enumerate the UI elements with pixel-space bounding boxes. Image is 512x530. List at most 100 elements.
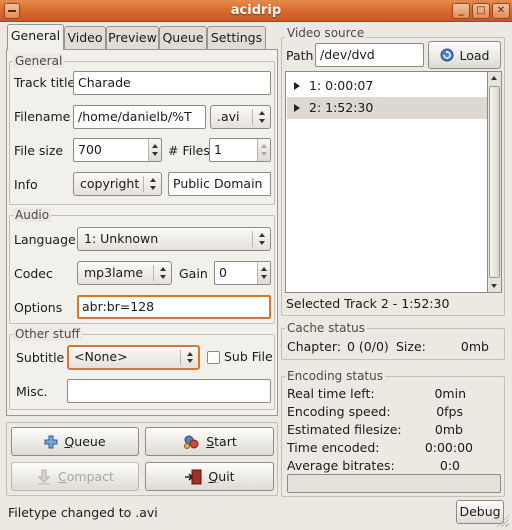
video-source-label: Video source	[285, 26, 367, 40]
tab-preview[interactable]: Preview	[106, 26, 159, 49]
track-row[interactable]: 1: 0:00:07	[287, 75, 487, 97]
codec-value: mp3lame	[84, 265, 144, 280]
compact-button[interactable]: Compact	[11, 462, 139, 491]
close-button[interactable]: ✕	[492, 3, 510, 19]
language-select[interactable]: 1: Unknown	[77, 227, 271, 251]
exit-door-icon	[185, 469, 202, 484]
path-input[interactable]: /dev/dvd	[315, 43, 424, 67]
gain-spinner[interactable]: 0	[214, 261, 271, 285]
spin-up-icon[interactable]	[152, 144, 158, 148]
files-count-spinner[interactable]: 1	[209, 138, 271, 162]
misc-label: Misc.	[16, 384, 48, 399]
chevron-up-icon	[150, 178, 156, 182]
average-bitrates-value: 0:0	[439, 458, 460, 473]
load-button[interactable]: Load	[428, 41, 501, 69]
window-title: acidrip	[230, 3, 282, 18]
track-list[interactable]: 1: 0:00:07 2: 1:52:30	[285, 71, 488, 293]
files-count-value: 1	[214, 142, 222, 157]
extension-select[interactable]: .avi	[210, 105, 271, 129]
audio-options-input[interactable]: abr:br=128	[77, 295, 271, 319]
tab-queue[interactable]: Queue	[159, 26, 207, 49]
estimated-filesize-label: Estimated filesize:	[287, 422, 402, 437]
cache-size-value: 0mb	[460, 339, 489, 354]
expand-triangle-icon[interactable]	[294, 104, 300, 112]
filename-input[interactable]: /home/danielb/%T	[73, 105, 206, 129]
info-type-select[interactable]: copyright	[73, 172, 162, 196]
debug-button[interactable]: Debug	[456, 500, 504, 524]
spin-down-icon[interactable]	[152, 152, 158, 156]
chevron-up-icon	[187, 352, 193, 356]
real-time-left-label: Real time left:	[287, 386, 375, 401]
gain-value: 0	[219, 265, 227, 280]
tab-settings[interactable]: Settings	[207, 26, 266, 49]
maximize-button[interactable]: □	[472, 3, 490, 19]
chevron-up-icon	[259, 111, 265, 115]
filename-label: Filename	[14, 109, 71, 124]
cache-status-label: Cache status	[285, 321, 368, 335]
tab-general[interactable]: General	[7, 24, 64, 50]
average-bitrates-label: Average bitrates:	[287, 458, 395, 473]
tab-video[interactable]: Video	[64, 26, 106, 49]
title-bar: acidrip _ □ ✕	[0, 0, 512, 22]
info-type-value: copyright	[80, 176, 140, 191]
chevron-down-icon	[259, 119, 265, 123]
status-message: Filetype changed to .avi	[8, 505, 158, 520]
files-count-label: # Files	[168, 143, 210, 158]
spin-up-icon[interactable]	[261, 144, 267, 148]
misc-input[interactable]	[67, 379, 271, 403]
encoding-progress-bar	[287, 474, 501, 493]
subtitle-select[interactable]: <None>	[67, 345, 200, 370]
queue-button[interactable]: Queue	[11, 427, 139, 456]
codec-label: Codec	[14, 266, 53, 281]
options-label: Options	[14, 300, 63, 315]
path-label: Path	[286, 48, 314, 63]
expand-triangle-icon[interactable]	[294, 82, 300, 90]
language-label: Language	[14, 232, 76, 247]
scroll-down-icon[interactable]	[491, 284, 497, 288]
subtitle-label: Subtitle	[16, 350, 65, 365]
track-title-input[interactable]: Charade	[73, 71, 271, 95]
sub-file-label[interactable]: Sub File	[224, 349, 273, 365]
chapter-label: Chapter:	[287, 339, 341, 354]
track-list-scrollbar[interactable]	[488, 71, 502, 293]
sub-file-checkbox[interactable]	[207, 351, 220, 364]
spin-down-icon[interactable]	[261, 152, 267, 156]
general-frame-label: General	[13, 54, 65, 68]
other-stuff-frame-label: Other stuff	[13, 327, 82, 341]
encoding-status-label: Encoding status	[285, 369, 385, 383]
time-encoded-value: 0:00:00	[424, 440, 473, 455]
track-row[interactable]: 2: 1:52:30	[287, 97, 487, 119]
quit-button[interactable]: Quit	[145, 462, 274, 491]
chevron-down-icon	[259, 241, 265, 245]
time-encoded-label: Time encoded:	[287, 440, 380, 455]
minimize-button[interactable]: _	[452, 3, 470, 19]
spin-down-icon[interactable]	[261, 275, 267, 279]
info-label: Info	[14, 177, 38, 192]
real-time-left-value: 0min	[434, 386, 466, 401]
filesize-spinner[interactable]: 700	[73, 138, 162, 162]
scroll-up-icon[interactable]	[491, 76, 497, 80]
selected-track-text: Selected Track 2 - 1:52:30	[286, 296, 450, 311]
spin-up-icon[interactable]	[261, 267, 267, 271]
scrollbar-thumb[interactable]	[489, 86, 500, 278]
chapter-value: 0 (0/0)	[347, 339, 389, 354]
add-icon	[44, 435, 58, 448]
info-value-input[interactable]: Public Domain	[168, 172, 271, 196]
language-value: 1: Unknown	[84, 231, 159, 246]
cache-size-label: Size:	[396, 339, 426, 354]
encoding-speed-value: 0fps	[436, 404, 463, 419]
audio-frame-label: Audio	[13, 208, 52, 222]
chevron-down-icon	[150, 186, 156, 190]
subtitle-value: <None>	[74, 349, 128, 364]
start-button[interactable]: Start	[145, 427, 274, 456]
filesize-value: 700	[78, 142, 102, 157]
track-title-label: Track title	[14, 75, 76, 90]
filesize-label: File size	[14, 143, 64, 158]
refresh-icon	[440, 48, 453, 62]
chevron-up-icon	[160, 267, 166, 271]
chevron-down-icon	[187, 359, 193, 363]
gain-label: Gain	[179, 266, 208, 281]
codec-select[interactable]: mp3lame	[77, 261, 172, 285]
encoding-speed-label: Encoding speed:	[287, 404, 391, 419]
extension-value: .avi	[217, 109, 240, 124]
